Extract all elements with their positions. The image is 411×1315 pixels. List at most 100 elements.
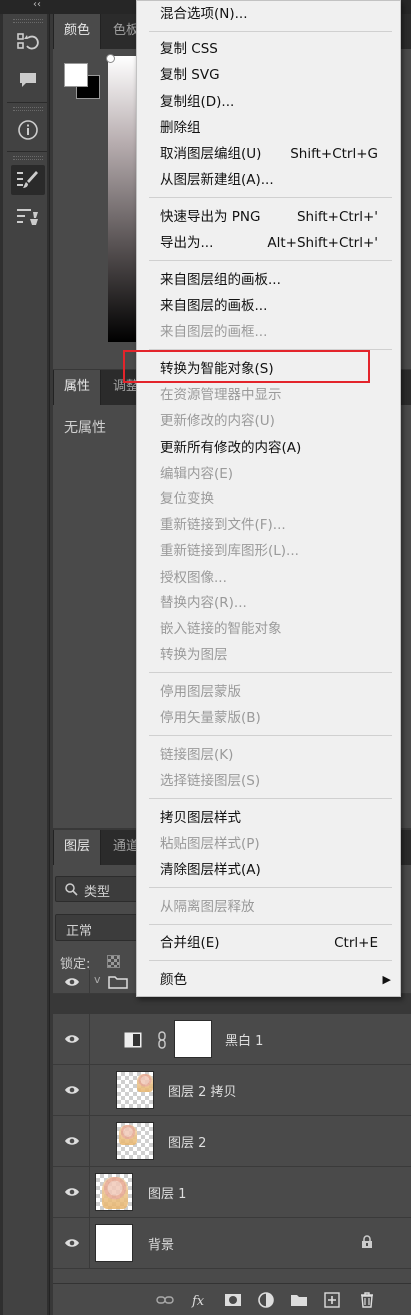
layer-name: 背景 bbox=[148, 1238, 175, 1253]
layer-row-background[interactable]: 背景 bbox=[53, 1218, 411, 1269]
menu-item-disable-vector-mask[interactable]: 停用矢量蒙版(B) bbox=[137, 705, 400, 731]
tab-layers[interactable]: 图层 bbox=[53, 830, 102, 865]
menu-item-shortcut: Shift+Ctrl+G bbox=[290, 146, 378, 162]
layer-filter-kind-select[interactable]: 类型 bbox=[55, 876, 139, 902]
menu-item-select-linked-layers[interactable]: 选择链接图层(S) bbox=[137, 768, 400, 794]
menu-item-copy-svg[interactable]: 复制 SVG bbox=[137, 62, 400, 88]
lock-icon[interactable] bbox=[361, 1235, 373, 1249]
dock-grip[interactable] bbox=[13, 156, 43, 160]
new-layer-icon[interactable] bbox=[323, 1291, 341, 1309]
layer-thumbnail[interactable] bbox=[95, 1173, 133, 1211]
history-icon[interactable] bbox=[11, 28, 45, 58]
menu-item-label: 重新链接到文件(F)... bbox=[160, 517, 286, 533]
layer-row-pixel[interactable]: 图层 1 bbox=[53, 1167, 411, 1218]
menu-item-copy-layer-style[interactable]: 拷贝图层样式 bbox=[137, 805, 400, 831]
menu-item-quick-export-png[interactable]: 快速导出为 PNG Shift+Ctrl+' bbox=[137, 204, 400, 230]
layer-row-adjustment[interactable]: 黑白 1 bbox=[53, 1014, 411, 1065]
menu-separator bbox=[149, 197, 392, 198]
menu-item-duplicate-group[interactable]: 复制组(D)... bbox=[137, 89, 400, 115]
menu-item-copy-css[interactable]: 复制 CSS bbox=[137, 36, 400, 62]
menu-item-link-layers[interactable]: 链接图层(K) bbox=[137, 742, 400, 768]
dock-grip[interactable] bbox=[13, 107, 43, 111]
layer-mask-thumbnail[interactable] bbox=[174, 1020, 212, 1058]
layer-name: 图层 1 bbox=[148, 1187, 187, 1202]
tab-color[interactable]: 颜色 bbox=[53, 14, 102, 49]
color-picker-handle[interactable] bbox=[106, 54, 115, 63]
menu-item-convert-to-layers[interactable]: 转换为图层 bbox=[137, 642, 400, 668]
menu-item-relink-to-library-graphic[interactable]: 重新链接到库图形(L)... bbox=[137, 538, 400, 564]
new-group-folder-icon[interactable] bbox=[290, 1291, 308, 1309]
layer-thumbnail[interactable] bbox=[116, 1122, 154, 1160]
highlight-annotation-box bbox=[123, 350, 370, 383]
menu-item-merge-group[interactable]: 合并组(E) Ctrl+E bbox=[137, 930, 400, 956]
menu-item-label: 转换为图层 bbox=[160, 647, 228, 663]
menu-item-replace-contents[interactable]: 替换内容(R)... bbox=[137, 590, 400, 616]
menu-item-color[interactable]: 颜色 ▶ bbox=[137, 967, 400, 993]
visibility-eye-icon[interactable] bbox=[64, 1082, 80, 1098]
menu-item-edit-contents[interactable]: 编辑内容(E) bbox=[137, 461, 400, 487]
visibility-eye-icon[interactable] bbox=[64, 1184, 80, 1200]
link-layers-icon[interactable] bbox=[156, 1291, 174, 1309]
visibility-eye-icon[interactable] bbox=[64, 1235, 80, 1251]
thumbnail-artwork bbox=[119, 1125, 137, 1145]
menu-item-release-from-isolation[interactable]: 从隔离图层释放 bbox=[137, 894, 400, 920]
visibility-eye-icon[interactable] bbox=[64, 1133, 80, 1149]
blend-mode-select[interactable]: 正常 bbox=[55, 914, 139, 941]
menu-item-license-image[interactable]: 授权图像... bbox=[137, 565, 400, 591]
adjustment-layer-icon[interactable] bbox=[257, 1291, 275, 1309]
menu-item-blending-options[interactable]: 混合选项(N)... bbox=[137, 1, 400, 27]
menu-item-label: 导出为... bbox=[160, 235, 214, 251]
black-white-adjustment-icon bbox=[124, 1032, 142, 1048]
menu-item-artboard-from-group[interactable]: 来自图层组的画板... bbox=[137, 267, 400, 293]
menu-item-export-as[interactable]: 导出为... Alt+Shift+Ctrl+' bbox=[137, 230, 400, 256]
add-mask-icon[interactable] bbox=[224, 1291, 242, 1309]
link-chain-icon[interactable] bbox=[157, 1031, 167, 1049]
layers-list-spacer bbox=[53, 1269, 411, 1283]
layer-style-fx-icon[interactable]: fx bbox=[191, 1291, 209, 1309]
menu-item-new-group-from-layers[interactable]: 从图层新建组(A)... bbox=[137, 167, 400, 193]
foreground-color-swatch[interactable] bbox=[64, 63, 88, 87]
info-icon[interactable] bbox=[11, 115, 45, 145]
menu-item-label: 授权图像... bbox=[160, 570, 227, 586]
menu-item-label: 更新所有修改的内容(A) bbox=[160, 440, 302, 456]
group-expand-chevron-icon[interactable]: v bbox=[94, 973, 101, 986]
visibility-eye-icon[interactable] bbox=[64, 1031, 80, 1047]
layer-thumbnail[interactable] bbox=[95, 1224, 133, 1262]
menu-item-clear-layer-style[interactable]: 清除图层样式(A) bbox=[137, 857, 400, 883]
menu-item-ungroup-layers[interactable]: 取消图层编组(U) Shift+Ctrl+G bbox=[137, 141, 400, 167]
layer-row-pixel[interactable]: 图层 2 bbox=[53, 1116, 411, 1167]
menu-item-reset-transform[interactable]: 复位变换 bbox=[137, 486, 400, 512]
color-picker-field[interactable] bbox=[108, 56, 138, 342]
comments-icon[interactable] bbox=[11, 65, 45, 95]
layer-filter-kind-label: 类型 bbox=[84, 885, 111, 900]
menu-item-frame-from-layers[interactable]: 来自图层的画框... bbox=[137, 319, 400, 345]
layer-thumbnail[interactable] bbox=[116, 1071, 154, 1109]
delete-layer-trash-icon[interactable] bbox=[358, 1291, 376, 1309]
menu-item-update-all-modified-content[interactable]: 更新所有修改的内容(A) bbox=[137, 435, 400, 461]
lock-transparent-pixels-icon[interactable] bbox=[107, 955, 120, 968]
menu-item-label: 来自图层的画板... bbox=[160, 298, 268, 314]
menu-item-relink-to-file[interactable]: 重新链接到文件(F)... bbox=[137, 512, 400, 538]
menu-item-label: 来自图层的画框... bbox=[160, 324, 268, 340]
menu-item-show-in-explorer[interactable]: 在资源管理器中显示 bbox=[137, 382, 400, 408]
menu-item-delete-group[interactable]: 删除组 bbox=[137, 115, 400, 141]
thumbnail-artwork bbox=[137, 1074, 153, 1092]
menu-item-artboard-from-layers[interactable]: 来自图层的画板... bbox=[137, 293, 400, 319]
layers-bottom-toolbar: fx bbox=[53, 1283, 411, 1315]
brushes-icon[interactable] bbox=[11, 202, 45, 232]
menu-item-disable-layer-mask[interactable]: 停用图层蒙版 bbox=[137, 679, 400, 705]
dock-grip[interactable] bbox=[13, 19, 43, 23]
menu-separator bbox=[149, 960, 392, 961]
collapse-panels-icon[interactable]: ‹‹ bbox=[33, 0, 41, 10]
menu-item-embed-linked-smart-objects[interactable]: 嵌入链接的智能对象 bbox=[137, 616, 400, 642]
tab-properties[interactable]: 属性 bbox=[53, 370, 102, 405]
menu-item-update-modified-content[interactable]: 更新修改的内容(U) bbox=[137, 408, 400, 434]
layer-row-pixel[interactable]: 图层 2 拷贝 bbox=[53, 1065, 411, 1116]
menu-item-paste-layer-style[interactable]: 粘贴图层样式(P) bbox=[137, 831, 400, 857]
menu-item-label: 颜色 bbox=[160, 972, 187, 988]
svg-text:fx: fx bbox=[191, 1294, 205, 1309]
brush-settings-icon[interactable] bbox=[11, 165, 45, 195]
visibility-eye-icon[interactable] bbox=[64, 974, 80, 990]
menu-item-label: 删除组 bbox=[160, 120, 201, 136]
menu-separator bbox=[149, 260, 392, 261]
